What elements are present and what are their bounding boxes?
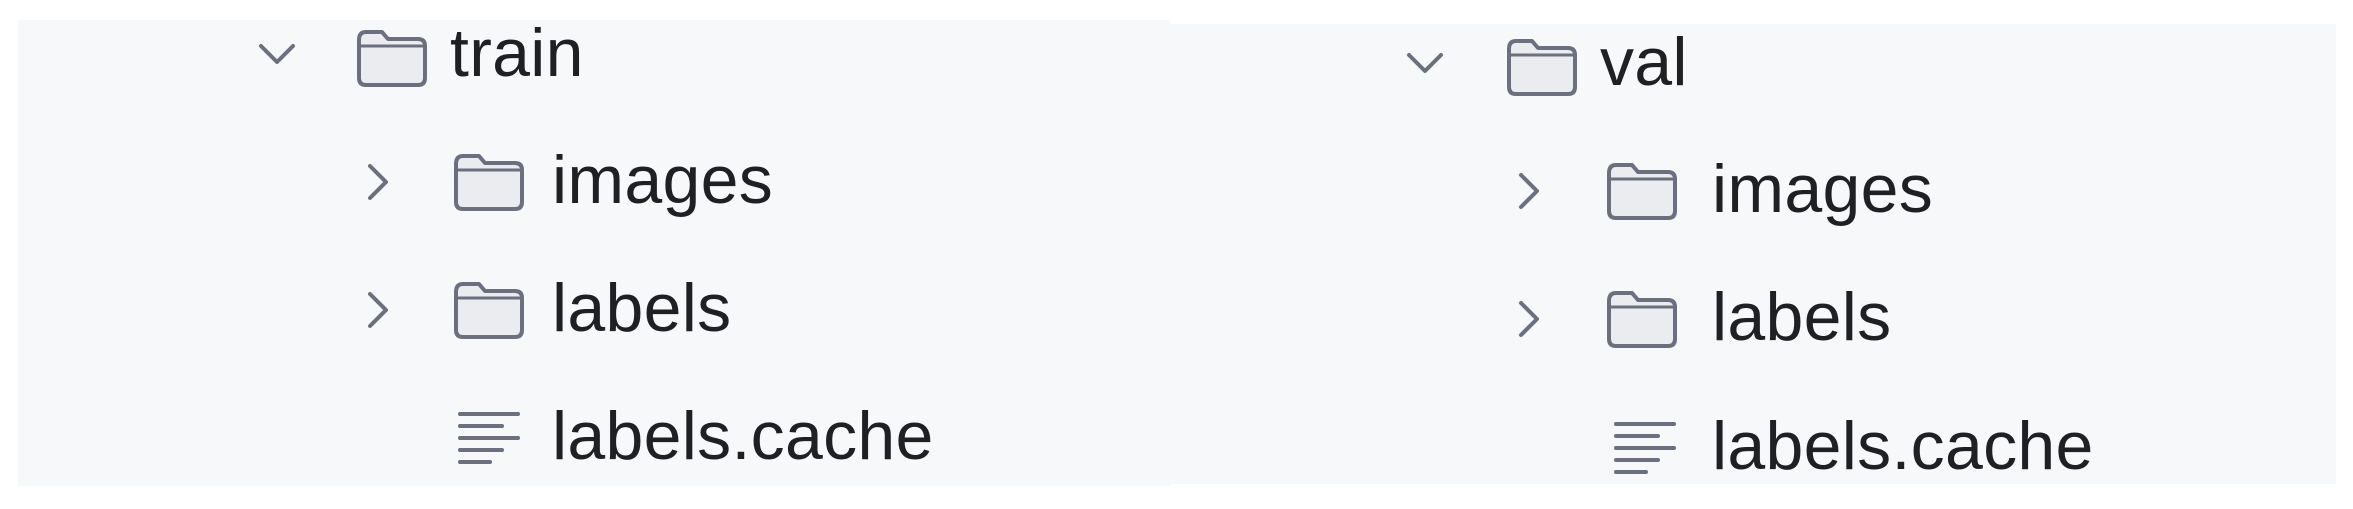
tree-row-train[interactable]: train: [18, 3, 1170, 103]
tree-row-labels-cache[interactable]: labels.cache: [18, 386, 1170, 486]
tree-row-images[interactable]: images: [18, 130, 1170, 230]
tree-row-labels[interactable]: labels: [18, 258, 1170, 358]
tree-label-images: images: [552, 142, 774, 218]
tree-label-labels-cache: labels.cache: [552, 398, 934, 474]
chevron-right-icon[interactable]: [357, 288, 397, 332]
chevron-down-icon[interactable]: [1403, 42, 1447, 82]
tree-row-images[interactable]: images: [1170, 139, 2336, 239]
project-tree-val-panel: val images labels labels.cache: [1170, 24, 2336, 484]
tree-label-labels: labels: [1712, 279, 1892, 355]
chevron-right-icon[interactable]: [357, 160, 397, 204]
folder-icon: [1604, 159, 1680, 223]
tree-label-train: train: [450, 15, 584, 91]
text-file-icon: [1610, 416, 1682, 478]
tree-row-val[interactable]: val: [1170, 12, 2336, 112]
folder-icon: [354, 26, 430, 90]
tree-row-labels[interactable]: labels: [1170, 267, 2336, 367]
tree-label-labels: labels: [552, 270, 732, 346]
folder-icon: [1604, 287, 1680, 351]
text-file-icon: [454, 406, 526, 468]
folder-icon: [1504, 35, 1580, 99]
tree-row-labels-cache[interactable]: labels.cache: [1170, 396, 2336, 496]
folder-icon: [451, 278, 527, 342]
project-tree-train-panel: train images labels labels.cache: [18, 15, 1170, 486]
folder-icon: [451, 150, 527, 214]
chevron-right-icon[interactable]: [1508, 297, 1548, 341]
chevron-right-icon[interactable]: [1508, 169, 1548, 213]
tree-label-val: val: [1600, 24, 1688, 100]
tree-label-labels-cache: labels.cache: [1712, 408, 2094, 484]
chevron-down-icon[interactable]: [255, 33, 299, 73]
tree-label-images: images: [1712, 151, 1934, 227]
